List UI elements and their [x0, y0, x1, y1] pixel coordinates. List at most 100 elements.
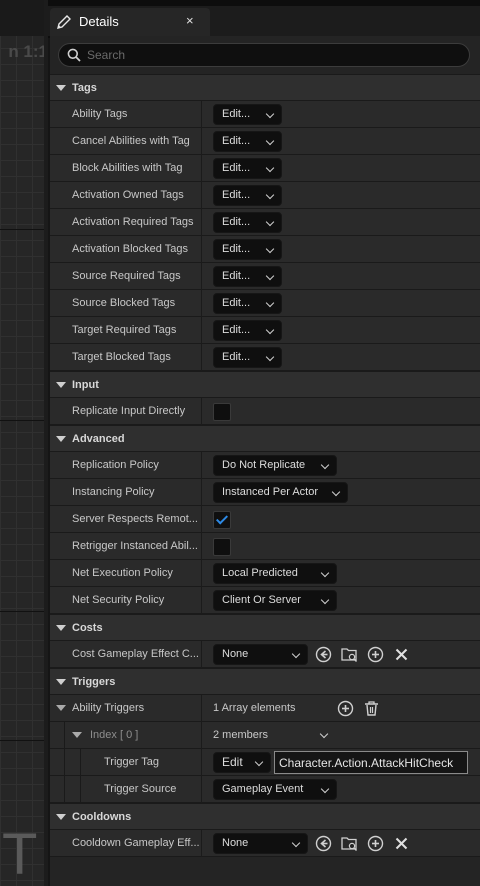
collapse-arrow-icon[interactable]: [56, 814, 66, 820]
chevron-down-icon: [320, 595, 330, 605]
chevron-down-icon: [265, 271, 275, 281]
chevron-down-icon: [320, 460, 330, 470]
property-row: Source Blocked Tags Edit...: [50, 290, 480, 317]
category-label: Advanced: [72, 433, 125, 445]
category-triggers[interactable]: Triggers: [50, 668, 480, 695]
trigger-source-dropdown[interactable]: Gameplay Event: [213, 779, 337, 800]
clear-icon[interactable]: [393, 646, 410, 663]
retrigger-checkbox[interactable]: [213, 538, 231, 556]
use-selected-icon[interactable]: [315, 835, 332, 852]
tab-details[interactable]: Details ×: [50, 8, 210, 36]
property-label: Activation Blocked Tags: [72, 243, 188, 255]
collapse-arrow-icon[interactable]: [56, 382, 66, 388]
instancing-policy-dropdown[interactable]: Instanced Per Actor: [213, 482, 348, 503]
category-input[interactable]: Input: [50, 371, 480, 398]
net-execution-policy-dropdown[interactable]: Local Predicted: [213, 563, 337, 584]
property-label: Retrigger Instanced Abil...: [72, 540, 198, 552]
collapse-arrow-icon[interactable]: [56, 705, 66, 711]
edit-tag-button[interactable]: Edit: [213, 752, 271, 773]
browse-folder-icon[interactable]: [341, 835, 358, 852]
array-index-label: Index [ 0 ]: [90, 729, 139, 741]
property-row: Trigger Tag Edit: [50, 749, 480, 776]
category-label: Cooldowns: [72, 811, 132, 823]
cooldown-gameplay-effect-dropdown[interactable]: None: [213, 833, 308, 854]
browse-folder-icon[interactable]: [341, 646, 358, 663]
property-label: Replication Policy: [72, 459, 159, 471]
property-row: Net Security Policy Client Or Server: [50, 587, 480, 614]
tab-title: Details: [79, 14, 119, 29]
category-advanced[interactable]: Advanced: [50, 425, 480, 452]
clear-icon[interactable]: [393, 835, 410, 852]
property-row: Source Required Tags Edit...: [50, 263, 480, 290]
property-label: Target Blocked Tags: [72, 351, 171, 363]
property-label: Net Security Policy: [72, 594, 165, 606]
graph-label: n 1:1: [8, 42, 48, 61]
chevron-down-icon: [265, 352, 275, 362]
edit-tags-button[interactable]: Edit...: [213, 212, 282, 233]
chevron-down-icon: [291, 838, 301, 848]
chevron-down-icon: [291, 649, 301, 659]
property-row: Activation Required Tags Edit...: [50, 209, 480, 236]
category-costs[interactable]: Costs: [50, 614, 480, 641]
add-icon[interactable]: [367, 835, 384, 852]
edit-tags-button[interactable]: Edit...: [213, 239, 282, 260]
graph-toolbar: [0, 0, 48, 36]
property-label: Activation Required Tags: [72, 216, 194, 228]
property-label: Trigger Source: [104, 783, 177, 795]
cost-gameplay-effect-dropdown[interactable]: None: [213, 644, 308, 665]
property-label: Ability Triggers: [72, 702, 145, 714]
property-row: Retrigger Instanced Abil...: [50, 533, 480, 560]
property-label: Cooldown Gameplay Eff...: [72, 837, 200, 849]
graph-edge: [44, 0, 48, 886]
checkmark-icon: [215, 512, 229, 525]
collapse-arrow-icon[interactable]: [56, 436, 66, 442]
property-row: Replication Policy Do Not Replicate: [50, 452, 480, 479]
edit-tags-button[interactable]: Edit...: [213, 185, 282, 206]
property-label: Cost Gameplay Effect C...: [72, 648, 199, 660]
property-row: Target Required Tags Edit...: [50, 317, 480, 344]
category-label: Input: [72, 379, 99, 391]
add-icon[interactable]: [367, 646, 384, 663]
search-input[interactable]: [87, 46, 457, 64]
property-label: Source Blocked Tags: [72, 297, 176, 309]
edit-tags-button[interactable]: Edit...: [213, 104, 282, 125]
property-row: Trigger Source Gameplay Event: [50, 776, 480, 803]
add-element-icon[interactable]: [337, 700, 354, 717]
property-label: Block Abilities with Tag: [72, 162, 183, 174]
chevron-down-icon: [265, 298, 275, 308]
edit-tags-button[interactable]: Edit...: [213, 266, 282, 287]
chevron-down-icon: [319, 729, 329, 739]
collapse-arrow-icon[interactable]: [56, 679, 66, 685]
members-label: 2 members: [213, 729, 269, 741]
property-label: Source Required Tags: [72, 270, 181, 282]
use-selected-icon[interactable]: [315, 646, 332, 663]
net-security-policy-dropdown[interactable]: Client Or Server: [213, 590, 337, 611]
replicate-input-checkbox[interactable]: [213, 403, 231, 421]
collapse-arrow-icon[interactable]: [56, 85, 66, 91]
edit-tags-button[interactable]: Edit...: [213, 347, 282, 368]
property-label: Server Respects Remot...: [72, 513, 198, 525]
property-row: Target Blocked Tags Edit...: [50, 344, 480, 371]
property-row: Instancing Policy Instanced Per Actor: [50, 479, 480, 506]
property-row: Cost Gameplay Effect C... None: [50, 641, 480, 668]
property-label: Replicate Input Directly: [72, 405, 186, 417]
close-icon[interactable]: ×: [186, 13, 200, 29]
collapse-arrow-icon[interactable]: [72, 732, 82, 738]
property-row: Cooldown Gameplay Eff... None: [50, 830, 480, 857]
trash-icon[interactable]: [363, 700, 380, 717]
category-tags[interactable]: Tags: [50, 74, 480, 101]
edit-tags-button[interactable]: Edit...: [213, 293, 282, 314]
pencil-icon: [56, 14, 72, 30]
server-respects-checkbox[interactable]: [213, 511, 231, 529]
graph-wire: [0, 229, 44, 230]
details-panel: Tags Ability Tags Edit... Cancel Abilitie…: [50, 36, 480, 886]
category-cooldowns[interactable]: Cooldowns: [50, 803, 480, 830]
search-icon: [67, 48, 81, 62]
replication-policy-dropdown[interactable]: Do Not Replicate: [213, 455, 337, 476]
edit-tags-button[interactable]: Edit...: [213, 131, 282, 152]
collapse-arrow-icon[interactable]: [56, 625, 66, 631]
edit-tags-button[interactable]: Edit...: [213, 158, 282, 179]
trigger-tag-field[interactable]: [274, 751, 468, 774]
members-dropdown[interactable]: [305, 725, 335, 746]
edit-tags-button[interactable]: Edit...: [213, 320, 282, 341]
